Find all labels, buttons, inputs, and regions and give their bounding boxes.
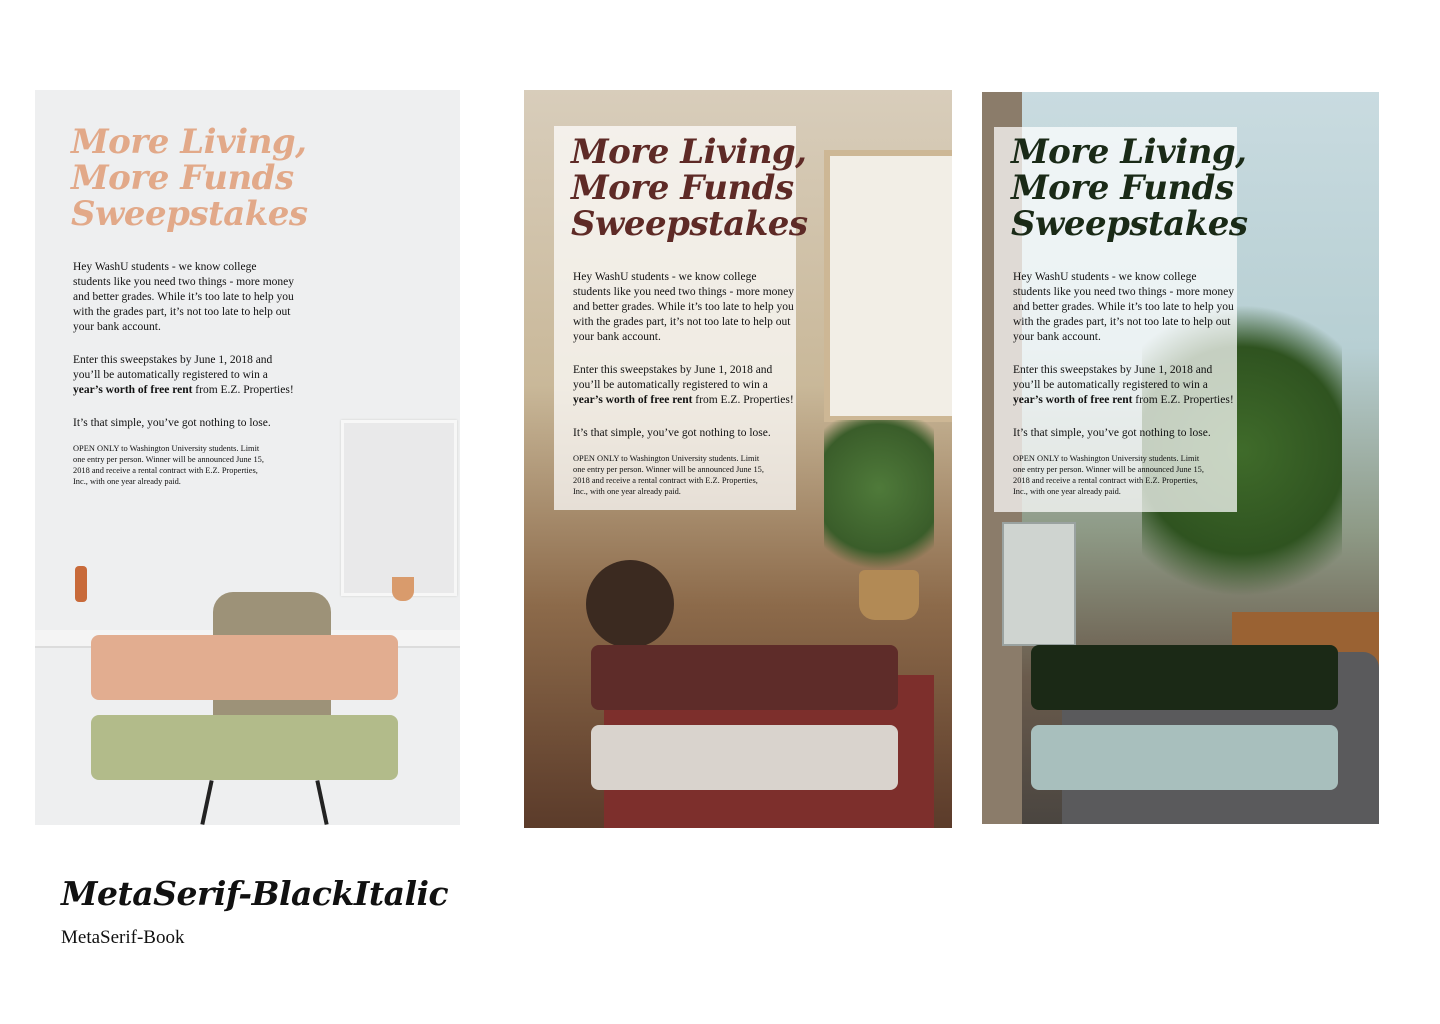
- fine-print: OPEN ONLY to Washington University stude…: [73, 444, 264, 486]
- poster-body: Hey WashU students - we know college stu…: [1013, 270, 1235, 515]
- primary-button[interactable]: [591, 645, 898, 710]
- shelf-photo: [1002, 522, 1076, 646]
- headline-line: Sweepstakes: [571, 204, 808, 244]
- closing-paragraph: It’s that simple, you’ve got nothing to …: [1013, 427, 1211, 439]
- entry-paragraph: Enter this sweepstakes by June 1, 2018 a…: [573, 363, 795, 408]
- entry-text: Enter this sweepstakes by June 1, 2018 a…: [1013, 364, 1213, 391]
- entry-paragraph: Enter this sweepstakes by June 1, 2018 a…: [73, 353, 295, 398]
- plant-photo: [824, 420, 934, 590]
- closing-paragraph: It’s that simple, you’ve got nothing to …: [573, 427, 771, 439]
- wall-frame-photo: [341, 420, 457, 596]
- vase-photo: [75, 566, 87, 602]
- primary-button[interactable]: [1031, 645, 1338, 710]
- prize-text: year’s worth of free rent: [1013, 394, 1133, 406]
- primary-button[interactable]: [91, 635, 398, 700]
- headline-line: More Living,: [571, 132, 807, 172]
- entry-text: Enter this sweepstakes by June 1, 2018 a…: [573, 364, 773, 391]
- entry-text-end: from E.Z. Properties!: [1132, 394, 1234, 406]
- headline-line: More Funds: [1011, 168, 1234, 208]
- entry-text-end: from E.Z. Properties!: [192, 384, 294, 396]
- chair-leg-photo: [315, 780, 329, 825]
- fine-print: OPEN ONLY to Washington University stude…: [573, 454, 764, 496]
- intro-paragraph: Hey WashU students - we know college stu…: [1013, 271, 1235, 343]
- poster-body: Hey WashU students - we know college stu…: [73, 260, 295, 505]
- poster-headline: More Living, More Funds Sweepstakes: [71, 124, 308, 232]
- poster-2: More Living, More Funds Sweepstakes Hey …: [524, 90, 952, 828]
- closing-paragraph: It’s that simple, you’ve got nothing to …: [73, 417, 271, 429]
- entry-paragraph: Enter this sweepstakes by June 1, 2018 a…: [1013, 363, 1235, 408]
- poster-body: Hey WashU students - we know college stu…: [573, 270, 795, 515]
- entry-text: Enter this sweepstakes by June 1, 2018 a…: [73, 354, 273, 381]
- poster-headline: More Living, More Funds Sweepstakes: [571, 134, 808, 242]
- globe-photo: [586, 560, 674, 648]
- prize-text: year’s worth of free rent: [73, 384, 193, 396]
- font-name-body: MetaSerif-Book: [61, 927, 185, 948]
- intro-paragraph: Hey WashU students - we know college stu…: [573, 271, 795, 343]
- poster-3: More Living, More Funds Sweepstakes Hey …: [982, 92, 1379, 824]
- headline-line: More Funds: [571, 168, 794, 208]
- headline-line: More Living,: [71, 122, 307, 162]
- basket-photo: [859, 570, 919, 620]
- font-name-heading: MetaSerif-BlackItalic: [61, 874, 449, 913]
- poster-1: More Living, More Funds Sweepstakes Hey …: [35, 90, 460, 825]
- headline-line: More Funds: [71, 158, 294, 198]
- intro-paragraph: Hey WashU students - we know college stu…: [73, 261, 295, 333]
- entry-text-end: from E.Z. Properties!: [692, 394, 794, 406]
- secondary-button[interactable]: [1031, 725, 1338, 790]
- secondary-button[interactable]: [91, 715, 398, 780]
- headline-line: Sweepstakes: [1011, 204, 1248, 244]
- window-photo: [824, 150, 952, 422]
- headline-line: More Living,: [1011, 132, 1247, 172]
- prize-text: year’s worth of free rent: [573, 394, 693, 406]
- secondary-button[interactable]: [591, 725, 898, 790]
- plant-pot-photo: [392, 577, 414, 601]
- chair-leg-photo: [200, 780, 214, 825]
- poster-headline: More Living, More Funds Sweepstakes: [1011, 134, 1248, 242]
- fine-print: OPEN ONLY to Washington University stude…: [1013, 454, 1204, 496]
- headline-line: Sweepstakes: [71, 194, 308, 234]
